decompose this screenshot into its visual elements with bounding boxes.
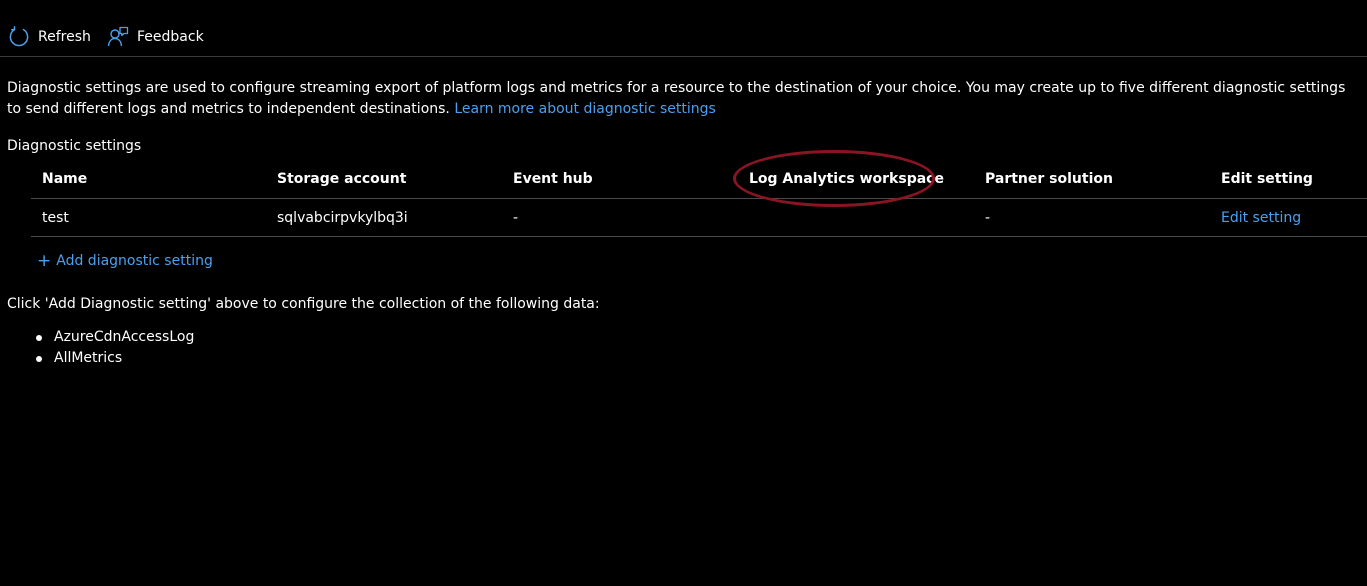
command-bar: Refresh Feedback (0, 0, 1367, 57)
learn-more-link[interactable]: Learn more about diagnostic settings (454, 101, 715, 117)
refresh-label: Refresh (38, 29, 91, 45)
cell-event-hub: - (513, 209, 519, 226)
add-diagnostic-setting-label: Add diagnostic setting (56, 253, 213, 269)
cell-partner-solution: - (985, 209, 991, 226)
column-header-partner-solution: Partner solution (985, 171, 1113, 187)
column-header-name: Name (42, 171, 88, 187)
column-header-edit-setting: Edit setting (1221, 171, 1313, 187)
feedback-label: Feedback (137, 29, 204, 45)
refresh-icon (8, 26, 30, 48)
list-item: AllMetrics (36, 348, 194, 369)
list-item-label: AzureCdnAccessLog (54, 329, 195, 345)
bullet-icon (36, 335, 42, 341)
plus-icon: + (37, 250, 52, 271)
list-item-label: AllMetrics (54, 350, 123, 366)
feedback-button[interactable]: Feedback (107, 24, 204, 50)
diagnostic-settings-table: Name Storage account Event hub Log Analy… (31, 160, 1367, 237)
list-item: AzureCdnAccessLog (36, 327, 194, 348)
instructions-text: Click 'Add Diagnostic setting' above to … (7, 296, 600, 312)
bullet-icon (36, 356, 42, 362)
table-row: test sqlvabcirpvkylbq3i - - Edit setting (31, 199, 1367, 237)
cell-storage-account: sqlvabcirpvkylbq3i (277, 209, 408, 226)
column-header-event-hub: Event hub (513, 171, 593, 187)
cell-name: test (42, 209, 69, 226)
description: Diagnostic settings are used to configur… (7, 78, 1363, 120)
edit-setting-link[interactable]: Edit setting (1221, 199, 1301, 236)
column-header-log-analytics-workspace: Log Analytics workspace (749, 171, 944, 187)
diagnostic-settings-page: Refresh Feedback Diagnostic settings are… (0, 0, 1367, 586)
column-header-storage-account: Storage account (277, 171, 407, 187)
table-header-row: Name Storage account Event hub Log Analy… (31, 160, 1367, 199)
refresh-button[interactable]: Refresh (8, 24, 91, 50)
section-title: Diagnostic settings (7, 138, 142, 154)
feedback-icon (107, 26, 129, 48)
data-categories-list: AzureCdnAccessLog AllMetrics (36, 327, 194, 369)
add-diagnostic-setting-button[interactable]: + Add diagnostic setting (37, 251, 213, 271)
